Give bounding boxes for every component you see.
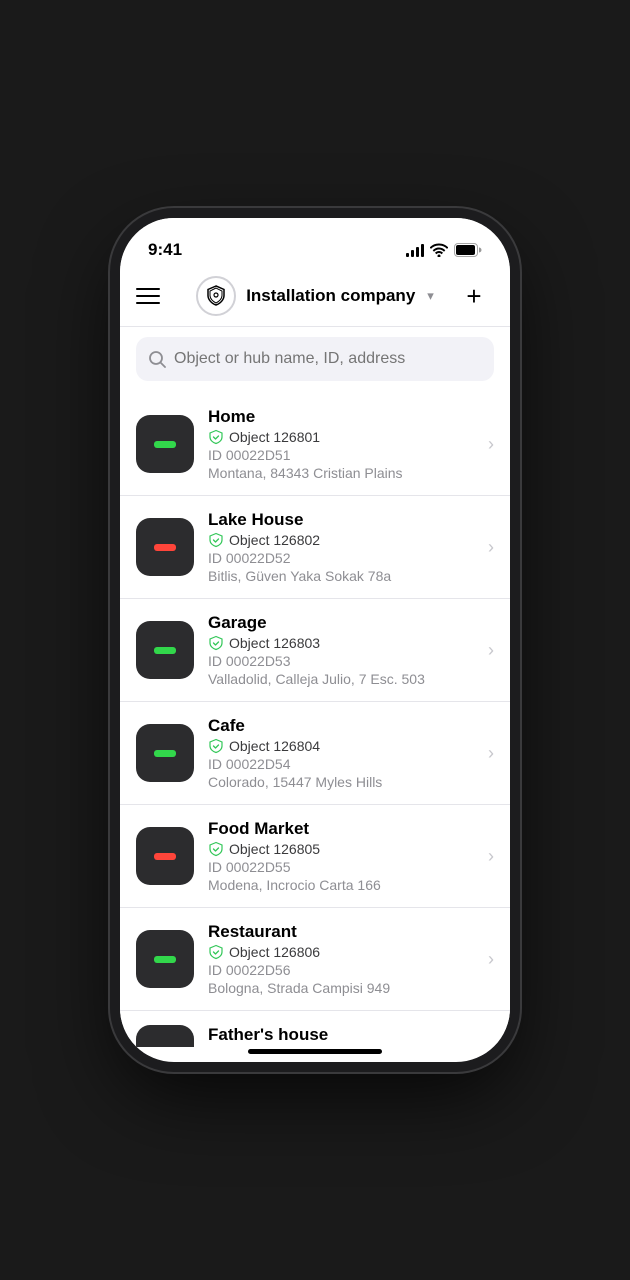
menu-line-3	[136, 302, 160, 304]
device-icon	[136, 415, 194, 473]
list-item[interactable]: Restaurant Object 126806 ID 00022D56 Bol…	[120, 908, 510, 1011]
device-led	[154, 853, 176, 860]
item-content: Cafe Object 126804 ID 00022D54 Colorado,…	[208, 716, 474, 790]
device-icon	[136, 724, 194, 782]
list-item[interactable]: Lake House Object 126802 ID 00022D52 Bit…	[120, 496, 510, 599]
shield-check-icon	[208, 841, 224, 857]
status-time: 9:41	[148, 240, 182, 260]
item-content: Garage Object 126803 ID 00022D53 Vallado…	[208, 613, 474, 687]
device-icon	[136, 518, 194, 576]
item-name: Food Market	[208, 819, 474, 839]
item-object: Object 126802	[208, 532, 474, 548]
item-name: Lake House	[208, 510, 474, 530]
battery-icon	[454, 243, 482, 257]
add-icon: +	[466, 283, 481, 309]
chevron-right-icon: ›	[488, 743, 494, 764]
item-id: ID 00022D53	[208, 653, 474, 669]
list-item[interactable]: Food Market Object 126805 ID 00022D55 Mo…	[120, 805, 510, 908]
device-icon	[136, 827, 194, 885]
partial-content: Father's house	[208, 1025, 494, 1045]
item-content: Home Object 126801 ID 00022D51 Montana, …	[208, 407, 474, 481]
shield-logo-icon	[204, 284, 228, 308]
item-name: Cafe	[208, 716, 474, 736]
list-item-partial[interactable]: Father's house	[120, 1011, 510, 1047]
search-input[interactable]	[174, 350, 482, 368]
add-button[interactable]: +	[454, 276, 494, 316]
item-address: Modena, Incrocio Carta 166	[208, 877, 474, 893]
menu-line-1	[136, 288, 160, 290]
item-name: Garage	[208, 613, 474, 633]
status-bar: 9:41	[120, 218, 510, 268]
partial-item-name: Father's house	[208, 1025, 494, 1045]
shield-check-icon	[208, 944, 224, 960]
menu-line-2	[136, 295, 160, 297]
item-content: Lake House Object 126802 ID 00022D52 Bit…	[208, 510, 474, 584]
item-id: ID 00022D55	[208, 859, 474, 875]
chevron-right-icon: ›	[488, 537, 494, 558]
status-icons	[406, 243, 482, 257]
item-object: Object 126805	[208, 841, 474, 857]
item-object: Object 126803	[208, 635, 474, 651]
item-address: Bitlis, Güven Yaka Sokak 78a	[208, 568, 474, 584]
item-address: Colorado, 15447 Myles Hills	[208, 774, 474, 790]
chevron-right-icon: ›	[488, 640, 494, 661]
company-name: Installation company	[246, 286, 415, 306]
chevron-down-icon: ▾	[427, 288, 434, 304]
shield-check-icon	[208, 532, 224, 548]
chevron-right-icon: ›	[488, 949, 494, 970]
list-item[interactable]: Cafe Object 126804 ID 00022D54 Colorado,…	[120, 702, 510, 805]
company-logo	[196, 276, 236, 316]
item-id: ID 00022D52	[208, 550, 474, 566]
item-name: Home	[208, 407, 474, 427]
device-icon	[136, 621, 194, 679]
list-item[interactable]: Garage Object 126803 ID 00022D53 Vallado…	[120, 599, 510, 702]
search-bar[interactable]	[136, 337, 494, 381]
item-address: Bologna, Strada Campisi 949	[208, 980, 474, 996]
menu-button[interactable]	[136, 276, 176, 316]
shield-check-icon	[208, 738, 224, 754]
chevron-right-icon: ›	[488, 846, 494, 867]
device-led	[154, 956, 176, 963]
item-content: Food Market Object 126805 ID 00022D55 Mo…	[208, 819, 474, 893]
device-led	[154, 750, 176, 757]
search-container	[120, 327, 510, 393]
company-selector[interactable]: Installation company ▾	[196, 276, 434, 316]
signal-icon	[406, 243, 424, 257]
wifi-icon	[430, 243, 448, 257]
item-object: Object 126801	[208, 429, 474, 445]
shield-check-icon	[208, 635, 224, 651]
device-icon-partial	[136, 1025, 194, 1047]
chevron-right-icon: ›	[488, 434, 494, 455]
item-address: Montana, 84343 Cristian Plains	[208, 465, 474, 481]
device-icon	[136, 930, 194, 988]
device-led	[154, 544, 176, 551]
item-object: Object 126804	[208, 738, 474, 754]
list-item[interactable]: Home Object 126801 ID 00022D51 Montana, …	[120, 393, 510, 496]
item-id: ID 00022D51	[208, 447, 474, 463]
item-name: Restaurant	[208, 922, 474, 942]
device-led	[154, 647, 176, 654]
item-content: Restaurant Object 126806 ID 00022D56 Bol…	[208, 922, 474, 996]
item-id: ID 00022D54	[208, 756, 474, 772]
header: Installation company ▾ +	[120, 268, 510, 327]
item-object: Object 126806	[208, 944, 474, 960]
shield-check-icon	[208, 429, 224, 445]
item-id: ID 00022D56	[208, 962, 474, 978]
items-list: Home Object 126801 ID 00022D51 Montana, …	[120, 393, 510, 1055]
home-indicator	[248, 1049, 382, 1054]
search-icon	[148, 350, 166, 368]
item-address: Valladolid, Calleja Julio, 7 Esc. 503	[208, 671, 474, 687]
device-led	[154, 441, 176, 448]
